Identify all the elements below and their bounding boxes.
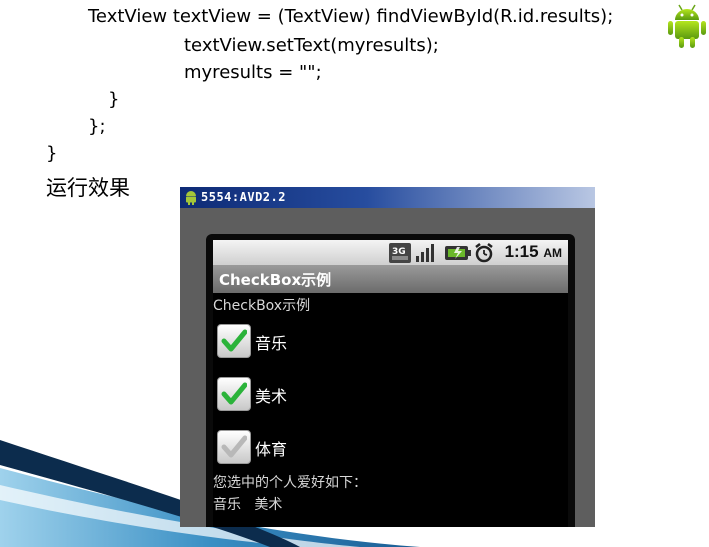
code-line-4: } [108,89,120,110]
emulator-title: 5554:AVD2.2 [201,190,286,204]
checkmark-icon [221,435,247,458]
status-ampm: AM [543,246,562,260]
prompt-label: CheckBox示例 [213,298,311,314]
code-line-5: }; [88,116,106,137]
code-line-2: textView.setText(myresults); [184,35,439,56]
checkbox-label: 美术 [255,387,288,406]
app-title: CheckBox示例 [219,271,332,289]
status-bar: 3G 1:15 AM [213,240,568,265]
checkbox-box[interactable] [217,324,251,358]
checkmark-icon [221,382,247,405]
battery-icon [445,246,471,260]
checkmark-icon [221,329,247,352]
network-3g-text: 3G [392,247,406,257]
result-label: 您选中的个人爱好如下： [213,475,367,491]
phone-screen: 3G 1:15 AM CheckBox示例 CheckBox示例 音乐 美术 体… [206,234,575,527]
android-small-icon [186,191,196,205]
network-3g-icon: 3G [389,243,411,263]
checkbox-label: 音乐 [255,334,288,353]
android-logo-icon [668,4,706,48]
alarm-icon [475,243,493,263]
status-time: 1:15 [504,242,539,261]
run-result-heading: 运行效果 [46,176,130,200]
checkbox-box[interactable] [217,430,251,464]
app-content: CheckBox示例 音乐 美术 体育 您选中的个人爱好如下： 音乐 美术 [213,293,568,527]
code-line-6: } [46,143,58,164]
result-value: 音乐 美术 [213,497,283,513]
checkbox-label: 体育 [255,440,288,459]
signal-icon [416,244,434,262]
checkbox-box[interactable] [217,377,251,411]
emulator-title-bar: 5554:AVD2.2 [180,187,595,208]
code-line-3: myresults = ""; [184,62,322,83]
app-title-bar: CheckBox示例 [213,265,568,293]
emulator-window: 5554:AVD2.2 3G 1:15 AM CheckBox示例 CheckB… [180,187,595,527]
code-line-1: TextView textView = (TextView) findViewB… [88,6,614,27]
status-clock: 1:15 AM [505,242,562,262]
